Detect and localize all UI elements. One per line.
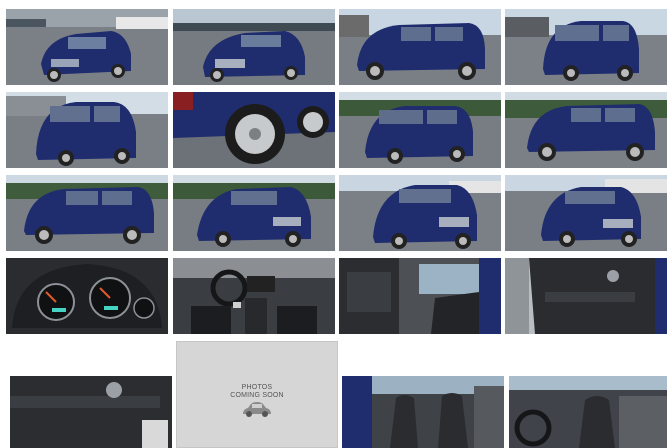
- photo-thumbnail-16[interactable]: [505, 258, 667, 334]
- photo-thumbnail-6[interactable]: [173, 92, 335, 168]
- car-exterior-front-image: [173, 9, 335, 85]
- photo-thumbnail-3[interactable]: [339, 9, 501, 85]
- interior-door-open-image: [339, 258, 501, 334]
- interior-door-panel-image: [505, 258, 667, 334]
- instrument-cluster-image: [6, 258, 168, 334]
- car-wheel-closeup-image: [173, 92, 335, 168]
- car-exterior-side-image: [505, 92, 667, 168]
- photos-coming-soon-placeholder: PHOTOS COMING SOON: [176, 341, 338, 448]
- interior-door-panel-image: [10, 376, 172, 448]
- car-silhouette-icon: [243, 402, 271, 417]
- photo-thumbnail-11[interactable]: [339, 175, 501, 251]
- interior-seats-image: [509, 376, 667, 448]
- photo-thumbnail-12[interactable]: [505, 175, 667, 251]
- photo-thumbnail-18[interactable]: [342, 376, 504, 448]
- car-exterior-front-image: [6, 9, 168, 85]
- photo-thumbnail-4[interactable]: [505, 9, 667, 85]
- car-exterior-side-image: [6, 175, 168, 251]
- placeholder-line-1: PHOTOS: [241, 384, 273, 391]
- photo-thumbnail-8[interactable]: [505, 92, 667, 168]
- photo-thumbnail-1[interactable]: [6, 9, 168, 85]
- photos-coming-soon-text: PHOTOS COMING SOON: [177, 384, 337, 400]
- photo-thumbnail-7[interactable]: [339, 92, 501, 168]
- photo-thumbnail-17[interactable]: [10, 376, 172, 448]
- car-exterior-rear-image: [6, 92, 168, 168]
- photo-thumbnail-5[interactable]: [6, 92, 168, 168]
- photo-thumbnail-15[interactable]: [339, 258, 501, 334]
- car-exterior-front-image: [173, 175, 335, 251]
- car-exterior-rear-image: [505, 9, 667, 85]
- photo-thumbnail-19[interactable]: [509, 376, 667, 448]
- car-exterior-front-image: [505, 175, 667, 251]
- car-exterior-front-image: [339, 175, 501, 251]
- car-exterior-rear-image: [339, 92, 501, 168]
- interior-seats-image: [342, 376, 504, 448]
- car-exterior-side-image: [339, 9, 501, 85]
- placeholder-line-2: COMING SOON: [230, 392, 284, 399]
- photo-thumbnail-10[interactable]: [173, 175, 335, 251]
- photo-thumbnail-9[interactable]: [6, 175, 168, 251]
- photo-thumbnail-2[interactable]: [173, 9, 335, 85]
- interior-dashboard-image: [173, 258, 335, 334]
- photo-thumbnail-14[interactable]: [173, 258, 335, 334]
- photo-thumbnail-13[interactable]: [6, 258, 168, 334]
